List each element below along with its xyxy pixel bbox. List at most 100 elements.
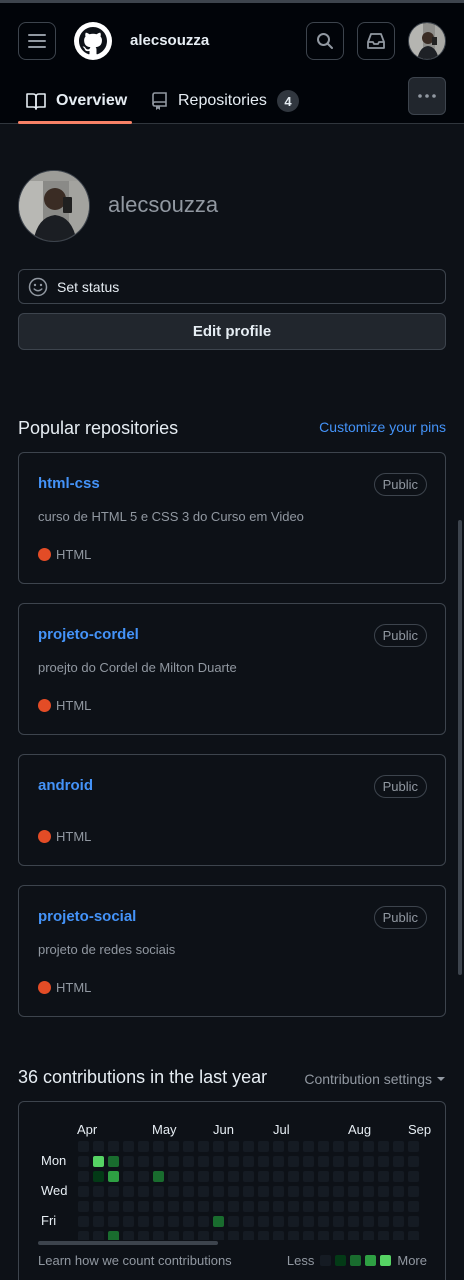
contribution-day-cell[interactable]	[168, 1231, 179, 1240]
contribution-day-cell[interactable]	[393, 1141, 404, 1152]
contribution-day-cell[interactable]	[213, 1156, 224, 1167]
contribution-day-cell[interactable]	[258, 1156, 269, 1167]
contribution-day-cell[interactable]	[78, 1231, 89, 1240]
contribution-day-cell[interactable]	[198, 1141, 209, 1152]
customize-pins-link[interactable]: Customize your pins	[319, 419, 446, 435]
contribution-day-cell[interactable]	[273, 1156, 284, 1167]
contribution-day-cell[interactable]	[318, 1156, 329, 1167]
contribution-day-cell[interactable]	[138, 1171, 149, 1182]
contribution-day-cell[interactable]	[228, 1186, 239, 1197]
contribution-day-cell[interactable]	[213, 1231, 224, 1240]
contribution-day-cell[interactable]	[108, 1171, 119, 1182]
inbox-button[interactable]	[357, 22, 395, 60]
contribution-day-cell[interactable]	[198, 1201, 209, 1212]
contribution-day-cell[interactable]	[363, 1141, 374, 1152]
contribution-day-cell[interactable]	[183, 1186, 194, 1197]
more-tabs-button[interactable]	[408, 77, 446, 115]
contribution-day-cell[interactable]	[318, 1216, 329, 1227]
contribution-day-cell[interactable]	[213, 1201, 224, 1212]
contribution-day-cell[interactable]	[393, 1216, 404, 1227]
contribution-day-cell[interactable]	[93, 1231, 104, 1240]
contribution-day-cell[interactable]	[378, 1186, 389, 1197]
contribution-day-cell[interactable]	[408, 1156, 419, 1167]
contribution-day-cell[interactable]	[213, 1186, 224, 1197]
contribution-day-cell[interactable]	[93, 1216, 104, 1227]
contribution-day-cell[interactable]	[333, 1231, 344, 1240]
search-button[interactable]	[306, 22, 344, 60]
contribution-day-cell[interactable]	[318, 1141, 329, 1152]
contribution-day-cell[interactable]	[123, 1186, 134, 1197]
contribution-day-cell[interactable]	[408, 1171, 419, 1182]
contribution-day-cell[interactable]	[348, 1156, 359, 1167]
contribution-day-cell[interactable]	[258, 1231, 269, 1240]
contribution-day-cell[interactable]	[333, 1186, 344, 1197]
contribution-day-cell[interactable]	[153, 1216, 164, 1227]
contribution-day-cell[interactable]	[288, 1141, 299, 1152]
contribution-day-cell[interactable]	[183, 1171, 194, 1182]
contribution-day-cell[interactable]	[348, 1231, 359, 1240]
contribution-day-cell[interactable]	[378, 1141, 389, 1152]
contribution-day-cell[interactable]	[288, 1171, 299, 1182]
repo-name-link[interactable]: html-css	[38, 475, 100, 492]
contribution-day-cell[interactable]	[168, 1141, 179, 1152]
contribution-day-cell[interactable]	[153, 1141, 164, 1152]
contribution-day-cell[interactable]	[408, 1141, 419, 1152]
contribution-day-cell[interactable]	[303, 1156, 314, 1167]
contribution-day-cell[interactable]	[303, 1186, 314, 1197]
contribution-day-cell[interactable]	[153, 1231, 164, 1240]
contribution-day-cell[interactable]	[258, 1171, 269, 1182]
contribution-day-cell[interactable]	[378, 1216, 389, 1227]
contribution-day-cell[interactable]	[318, 1201, 329, 1212]
contribution-day-cell[interactable]	[303, 1141, 314, 1152]
contribution-day-cell[interactable]	[93, 1171, 104, 1182]
contribution-day-cell[interactable]	[408, 1201, 419, 1212]
contribution-day-cell[interactable]	[288, 1231, 299, 1240]
contribution-day-cell[interactable]	[408, 1186, 419, 1197]
contribution-day-cell[interactable]	[183, 1201, 194, 1212]
contribution-day-cell[interactable]	[228, 1216, 239, 1227]
contribution-day-cell[interactable]	[108, 1216, 119, 1227]
contribution-day-cell[interactable]	[408, 1231, 419, 1240]
contribution-day-cell[interactable]	[288, 1186, 299, 1197]
contribution-day-cell[interactable]	[258, 1201, 269, 1212]
contribution-day-cell[interactable]	[78, 1201, 89, 1212]
contribution-day-cell[interactable]	[108, 1186, 119, 1197]
learn-contributions-link[interactable]: Learn how we count contributions	[38, 1253, 232, 1268]
contribution-day-cell[interactable]	[228, 1201, 239, 1212]
contribution-day-cell[interactable]	[333, 1171, 344, 1182]
contribution-day-cell[interactable]	[288, 1201, 299, 1212]
edit-profile-button[interactable]: Edit profile	[18, 313, 446, 350]
contribution-day-cell[interactable]	[393, 1186, 404, 1197]
contribution-day-cell[interactable]	[273, 1141, 284, 1152]
contribution-day-cell[interactable]	[378, 1231, 389, 1240]
contribution-day-cell[interactable]	[138, 1156, 149, 1167]
repo-name-link[interactable]: projeto-social	[38, 908, 136, 925]
contribution-day-cell[interactable]	[243, 1201, 254, 1212]
contribution-day-cell[interactable]	[198, 1216, 209, 1227]
contribution-day-cell[interactable]	[273, 1171, 284, 1182]
contribution-settings-button[interactable]: Contribution settings	[304, 1071, 446, 1087]
contribution-day-cell[interactable]	[258, 1216, 269, 1227]
contribution-day-cell[interactable]	[183, 1216, 194, 1227]
contribution-day-cell[interactable]	[303, 1231, 314, 1240]
header-username[interactable]: alecsouzza	[130, 32, 209, 49]
contribution-day-cell[interactable]	[348, 1141, 359, 1152]
contribution-day-cell[interactable]	[243, 1216, 254, 1227]
contribution-day-cell[interactable]	[243, 1231, 254, 1240]
contribution-day-cell[interactable]	[123, 1231, 134, 1240]
contribution-day-cell[interactable]	[168, 1201, 179, 1212]
contribution-day-cell[interactable]	[183, 1141, 194, 1152]
contribution-day-cell[interactable]	[153, 1171, 164, 1182]
contribution-day-cell[interactable]	[333, 1201, 344, 1212]
contribution-day-cell[interactable]	[108, 1231, 119, 1240]
contribution-day-cell[interactable]	[78, 1156, 89, 1167]
contribution-day-cell[interactable]	[363, 1186, 374, 1197]
contribution-day-cell[interactable]	[138, 1231, 149, 1240]
contribution-day-cell[interactable]	[318, 1186, 329, 1197]
contribution-day-cell[interactable]	[228, 1171, 239, 1182]
contribution-day-cell[interactable]	[123, 1216, 134, 1227]
contribution-day-cell[interactable]	[393, 1231, 404, 1240]
contribution-day-cell[interactable]	[78, 1171, 89, 1182]
contribution-day-cell[interactable]	[198, 1171, 209, 1182]
contribution-day-cell[interactable]	[138, 1201, 149, 1212]
